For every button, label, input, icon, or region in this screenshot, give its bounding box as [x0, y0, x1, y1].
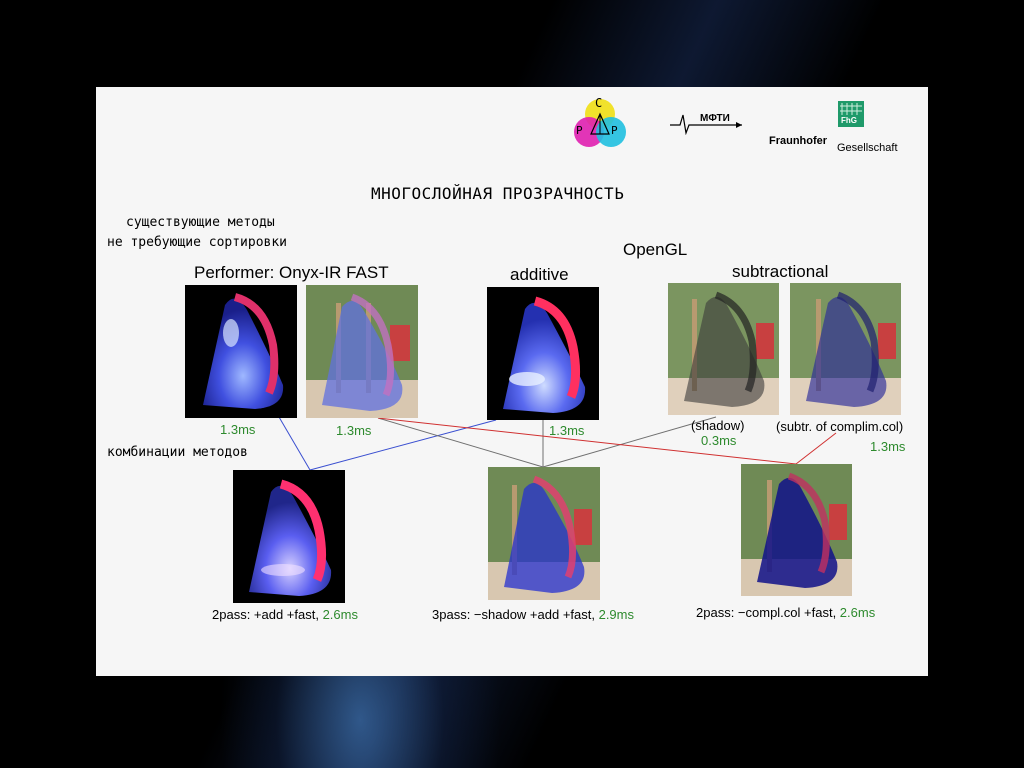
- fhg-badge: FhG: [838, 101, 864, 127]
- caption-combo-1: 2pass: +add +fast, 2.6ms: [212, 607, 358, 622]
- group-opengl: OpenGL: [623, 240, 688, 259]
- fhg-badge-text: FhG: [841, 116, 857, 125]
- image-additive: [487, 287, 599, 420]
- image-performer-black: [185, 285, 297, 418]
- heading-no-sorting: не требующие сортировки: [107, 235, 288, 250]
- csp-logo-letter-left: Р: [576, 124, 583, 137]
- label-complementary: (subtr. of complim.col): [776, 419, 904, 434]
- time-shadow: 0.3ms: [701, 433, 737, 448]
- time-performer-black: 1.3ms: [220, 422, 256, 437]
- heading-existing-methods: существующие методы: [126, 215, 275, 230]
- caption-combo-3-time: 2.6ms: [839, 605, 876, 620]
- mfti-logo-text: МФТИ: [700, 113, 730, 124]
- time-additive: 1.3ms: [549, 423, 585, 438]
- image-complementary: [790, 283, 901, 415]
- caption-combo-3: 2pass: −compl.col +fast, 2.6ms: [696, 605, 875, 620]
- image-combo-compl-fast: [741, 464, 852, 596]
- image-shadow: [668, 283, 779, 415]
- line-compl-to-combo3: [795, 432, 837, 465]
- gesellschaft-text: Gesellschaft: [837, 142, 898, 154]
- label-shadow: (shadow): [691, 418, 745, 433]
- heading-combinations: комбинации методов: [107, 445, 248, 460]
- image-combo-shadow-add-fast: [488, 467, 600, 600]
- line-perf-scene-to-combo2: [377, 417, 544, 468]
- caption-combo-1-label: 2pass: +add +fast,: [212, 607, 323, 622]
- csp-logo-letter-c: С: [595, 96, 603, 110]
- caption-combo-3-label: 2pass: −compl.col +fast,: [696, 605, 840, 620]
- fraunhofer-text: Fraunhofer: [769, 135, 828, 147]
- caption-combo-2: 3pass: −shadow +add +fast, 2.9ms: [432, 607, 634, 622]
- slide-title: МНОГОСЛОЙНАЯ ПРОЗРАЧНОСТЬ: [371, 184, 625, 203]
- caption-combo-1-time: 2.6ms: [322, 607, 358, 622]
- image-combo-add-fast: [233, 470, 345, 603]
- time-complementary: 1.3ms: [870, 439, 906, 454]
- caption-combo-2-time: 2.9ms: [598, 607, 634, 622]
- csp-logo-letter-right: Р: [611, 124, 618, 137]
- time-performer-scene: 1.3ms: [336, 423, 372, 438]
- caption-combo-2-label: 3pass: −shadow +add +fast,: [432, 607, 599, 622]
- group-performer: Performer: Onyx-IR FAST: [194, 263, 389, 282]
- image-performer-scene: [306, 285, 418, 418]
- line-perf-black-to-combo1: [278, 416, 311, 471]
- slide-panel: С Р Р МФТИ FhG Fraunhofer Gesellschaft М…: [96, 87, 928, 676]
- group-additive: additive: [510, 265, 569, 284]
- group-subtractional: subtractional: [732, 262, 829, 281]
